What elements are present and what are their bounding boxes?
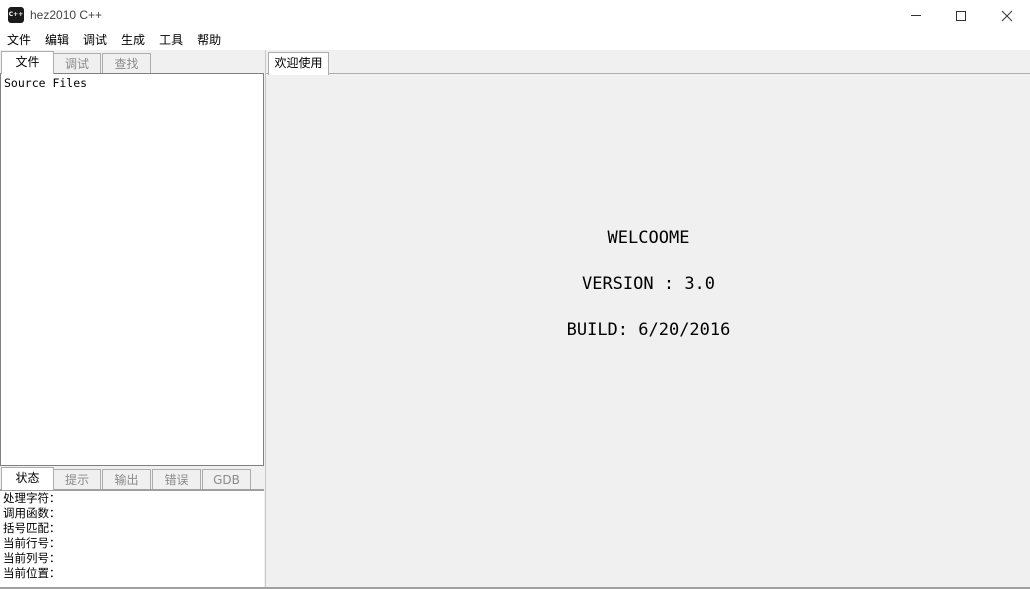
close-icon — [1001, 10, 1013, 21]
status-panel: 处理字符： 调用函数： 括号匹配： 当前行号： 当前列号： 当前位置： — [0, 489, 264, 589]
tab-status[interactable]: 状态 — [1, 467, 54, 490]
tab-errors[interactable]: 错误 — [152, 469, 201, 490]
status-current-line: 当前行号： — [3, 536, 61, 550]
status-current-position: 当前位置： — [3, 566, 61, 580]
minimize-icon — [911, 15, 921, 16]
menu-build[interactable]: 生成 — [114, 31, 152, 50]
tab-debug[interactable]: 调试 — [53, 53, 101, 74]
editor-area: 欢迎使用 WELCOOME VERSION : 3.0 BUILD: 6/20/… — [265, 50, 1030, 589]
close-button[interactable] — [984, 0, 1030, 31]
window-title: hez2010 C++ — [30, 8, 103, 22]
maximize-icon — [956, 10, 966, 21]
status-tab-strip: 状态 提示 输出 错误 GDB — [0, 466, 265, 490]
tab-hints[interactable]: 提示 — [53, 469, 101, 490]
tab-find[interactable]: 查找 — [102, 53, 151, 74]
file-tree-panel[interactable]: Source Files — [0, 73, 264, 466]
title-bar: C++ hez2010 C++ — [0, 0, 1030, 31]
minimize-button[interactable] — [893, 0, 939, 31]
menu-edit[interactable]: 编辑 — [38, 31, 76, 50]
maximize-button[interactable] — [938, 0, 984, 31]
menu-help[interactable]: 帮助 — [190, 31, 228, 50]
editor-tab-strip: 欢迎使用 — [266, 50, 1030, 75]
welcome-page: WELCOOME VERSION : 3.0 BUILD: 6/20/2016 — [266, 74, 1030, 588]
menu-file[interactable]: 文件 — [0, 31, 38, 50]
welcome-heading: WELCOOME — [607, 228, 690, 248]
status-processed-char: 处理字符： — [3, 491, 61, 505]
welcome-version: VERSION : 3.0 — [581, 274, 716, 294]
tab-files[interactable]: 文件 — [1, 51, 54, 74]
menu-tools[interactable]: 工具 — [152, 31, 190, 50]
tab-output[interactable]: 输出 — [102, 469, 151, 490]
menu-debug[interactable]: 调试 — [76, 31, 114, 50]
app-icon: C++ — [8, 7, 24, 23]
status-called-function: 调用函数： — [3, 506, 61, 520]
menu-bar: 文件 编辑 调试 生成 工具 帮助 — [0, 31, 1030, 50]
tree-item-source-files[interactable]: Source Files — [4, 76, 87, 90]
tab-welcome[interactable]: 欢迎使用 — [268, 52, 329, 75]
status-current-column: 当前列号： — [3, 551, 61, 565]
welcome-build: BUILD: 6/20/2016 — [566, 320, 731, 340]
status-bracket-match: 括号匹配： — [3, 521, 61, 535]
tab-gdb[interactable]: GDB — [202, 469, 251, 490]
